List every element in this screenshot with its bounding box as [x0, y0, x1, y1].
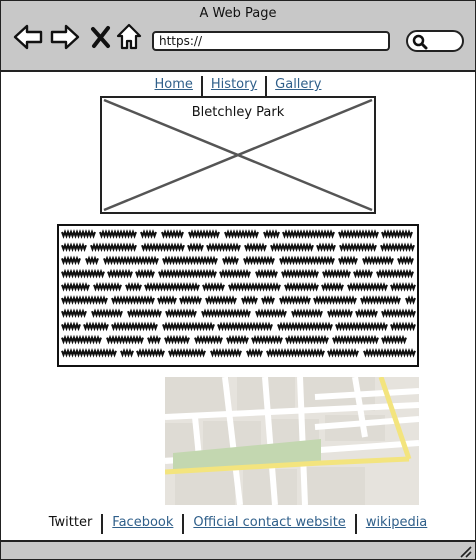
window-frame	[0, 0, 476, 560]
